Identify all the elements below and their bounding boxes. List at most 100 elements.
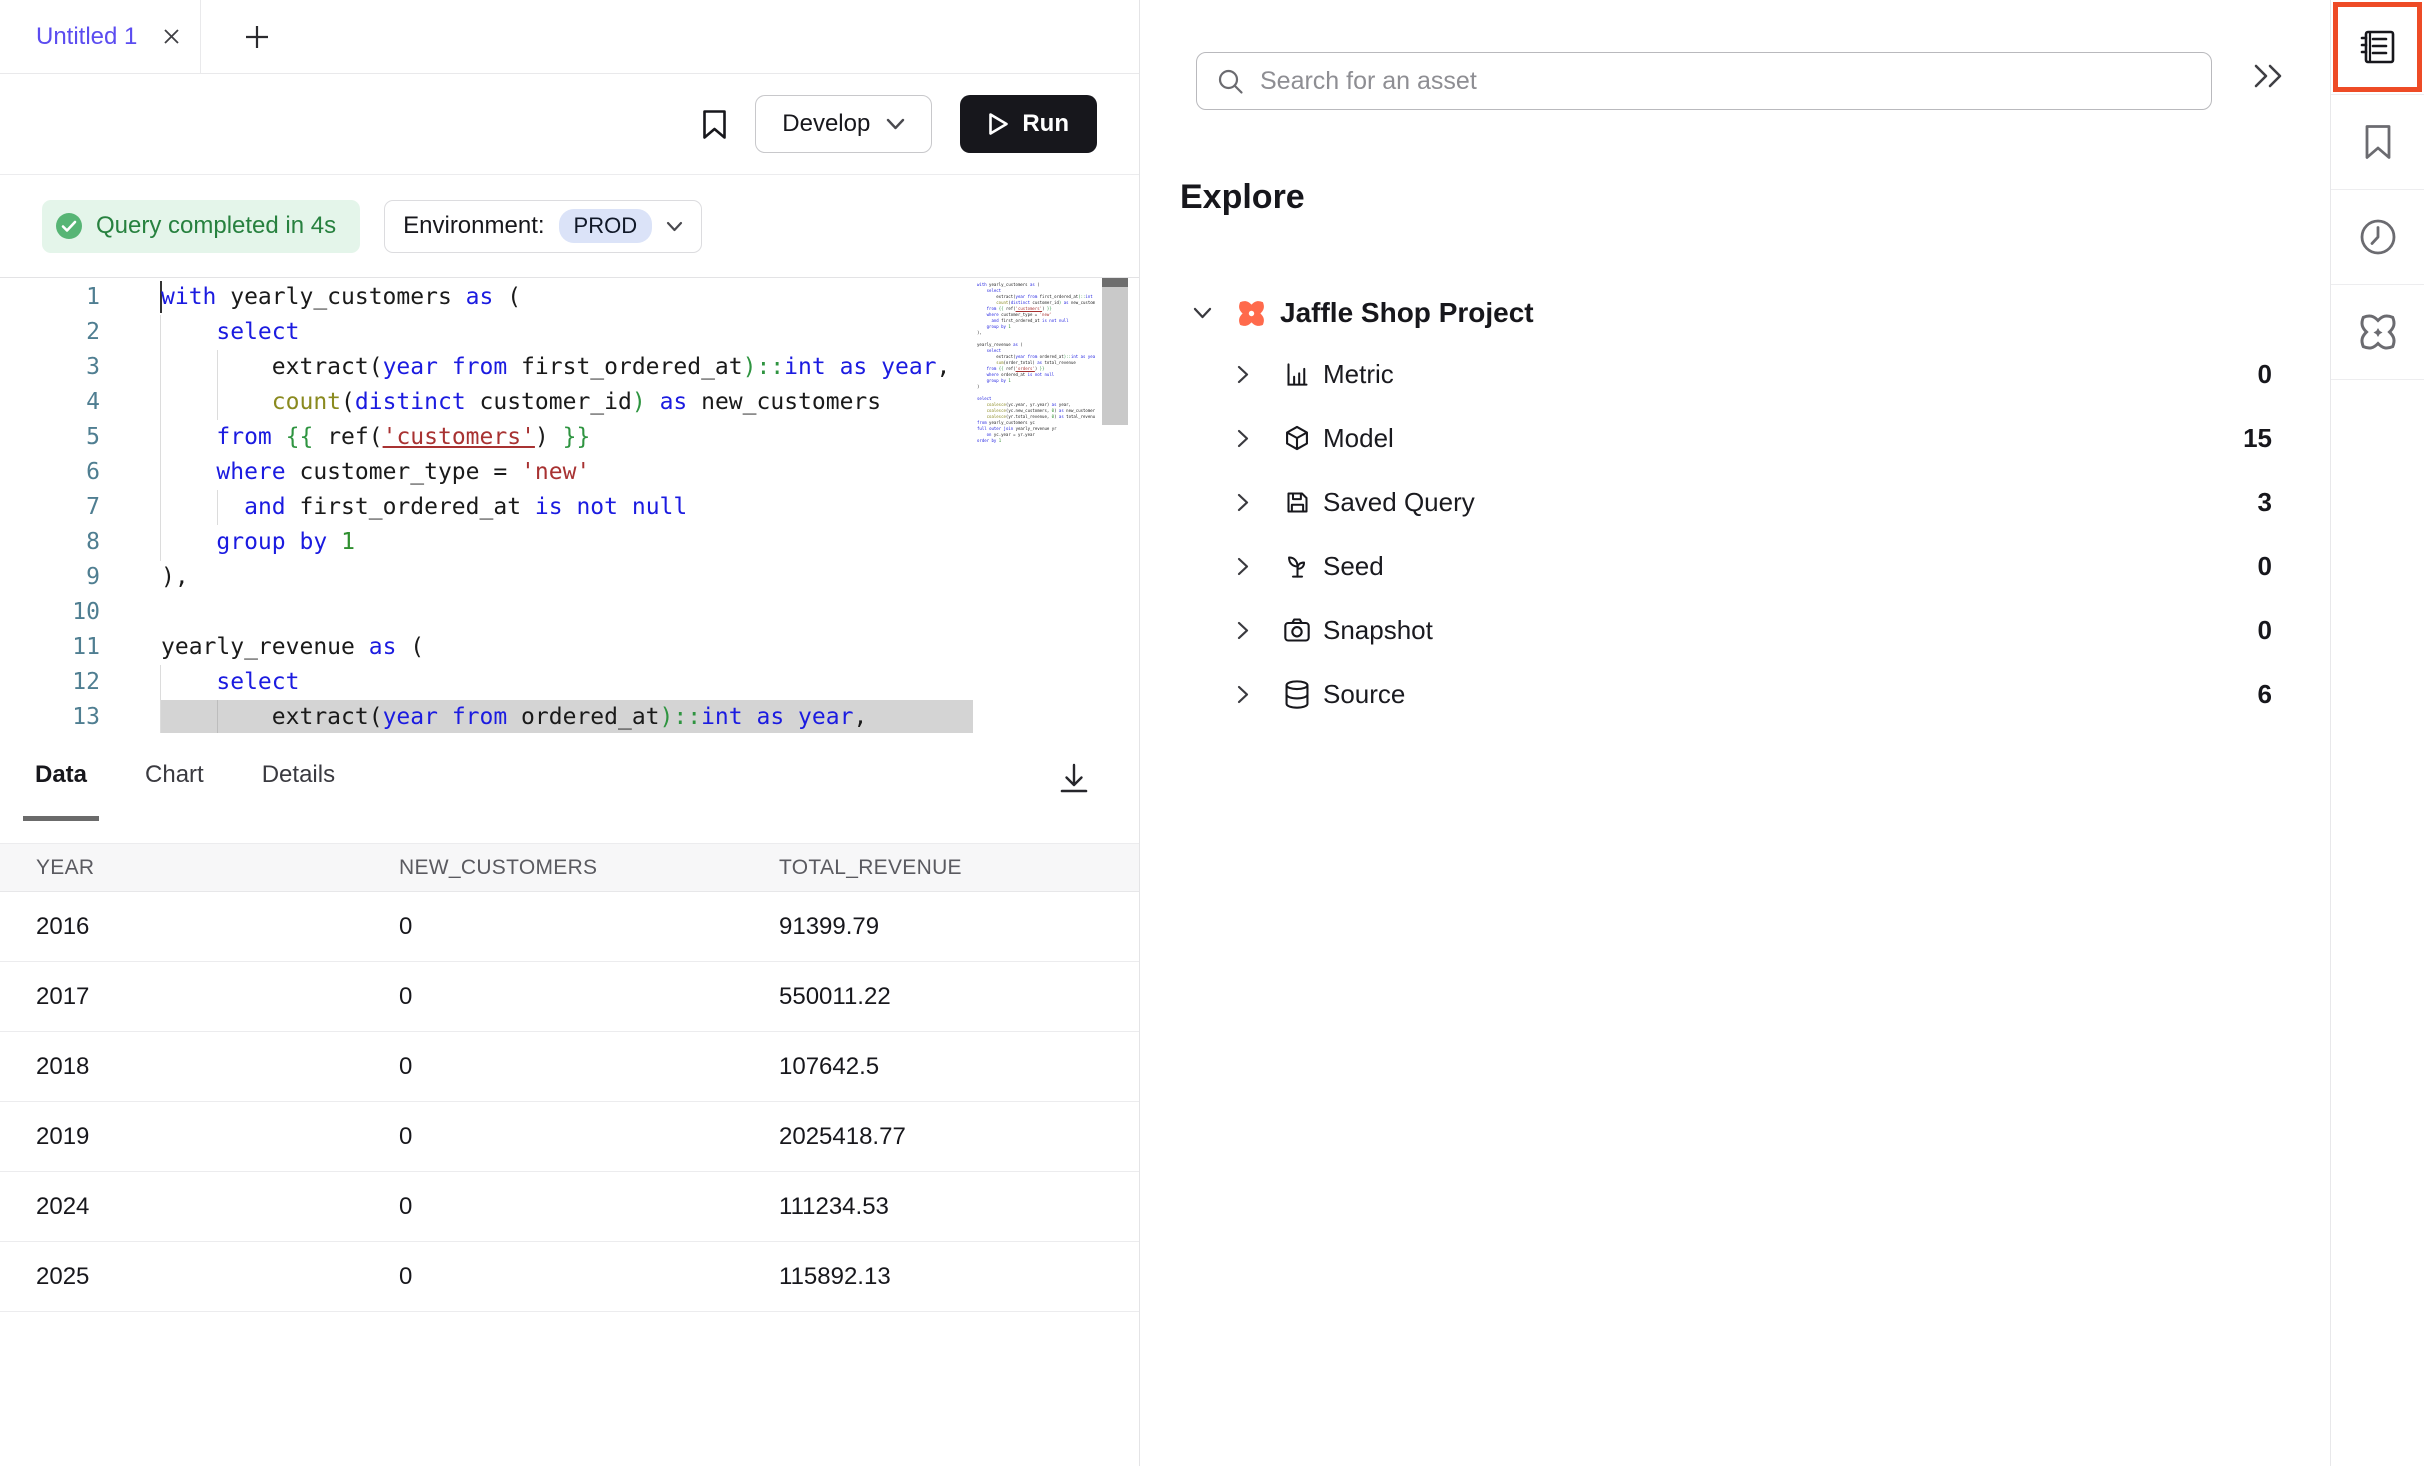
chevron-right-icon[interactable]: [1237, 493, 1253, 512]
column-header: TOTAL_REVENUE: [779, 856, 1139, 880]
table-cell: 2019: [36, 1123, 399, 1151]
tree-item-snapshot[interactable]: Snapshot0: [1141, 598, 2330, 662]
project-name: Jaffle Shop Project: [1280, 297, 1534, 329]
table-cell: 0: [399, 1193, 779, 1221]
results-tab-data[interactable]: Data: [23, 733, 99, 821]
code-line[interactable]: select: [161, 665, 973, 700]
tab-title: Untitled 1: [36, 23, 137, 51]
rail-bookmarks-button[interactable]: [2331, 95, 2424, 190]
environment-select[interactable]: Environment: PROD: [384, 200, 702, 253]
rail-history-button[interactable]: [2331, 190, 2424, 285]
run-label: Run: [1022, 110, 1069, 138]
saved-query-icon: [1283, 489, 1311, 516]
indent-guide: [217, 700, 218, 733]
download-results-icon[interactable]: [1059, 763, 1089, 795]
line-number: 4: [0, 385, 100, 420]
table-row[interactable]: 20240111234.53: [0, 1172, 1139, 1242]
new-tab-button[interactable]: [244, 0, 270, 73]
ide-panel: Untitled 1 Develop Run: [0, 0, 1140, 1466]
environment-value-chip: PROD: [559, 209, 653, 243]
table-cell: 0: [399, 983, 779, 1011]
table-cell: 2025418.77: [779, 1123, 1139, 1151]
code-line[interactable]: count(distinct customer_id) as new_custo…: [161, 385, 973, 420]
tree-item-count: 0: [2258, 551, 2272, 582]
table-row[interactable]: 20170550011.22: [0, 962, 1139, 1032]
results-tabbar: Data Chart Details: [0, 733, 1139, 843]
asset-search-input[interactable]: [1260, 67, 2211, 96]
bookmark-icon: [2364, 124, 2392, 160]
results-tab-details[interactable]: Details: [250, 733, 347, 821]
query-statusbar: Query completed in 4s Environment: PROD: [0, 175, 1139, 277]
table-row[interactable]: 2016091399.79: [0, 892, 1139, 962]
tree-item-count: 0: [2258, 359, 2272, 390]
tree-item-seed[interactable]: Seed 0: [1141, 534, 2330, 598]
project-tree-root[interactable]: Jaffle Shop Project: [1141, 284, 2330, 342]
code-line[interactable]: extract(year from first_ordered_at)::int…: [161, 350, 973, 385]
code-line[interactable]: where customer_type = 'new': [161, 455, 973, 490]
tree-item-source[interactable]: Source6: [1141, 662, 2330, 726]
asset-search-box[interactable]: [1196, 52, 2212, 110]
table-cell: 91399.79: [779, 913, 1139, 941]
code-line[interactable]: with yearly_customers as (: [161, 280, 973, 315]
table-cell: 2024: [36, 1193, 399, 1221]
table-cell: 107642.5: [779, 1053, 1139, 1081]
tree-item-model[interactable]: Model15: [1141, 406, 2330, 470]
chevron-right-icon[interactable]: [1237, 365, 1253, 384]
code-line[interactable]: ),: [161, 560, 973, 595]
chevron-right-icon[interactable]: [1237, 429, 1253, 448]
minimap-line: order by 1: [977, 438, 1095, 444]
close-tab-icon[interactable]: [163, 28, 180, 45]
editor-code[interactable]: with yearly_customers as ( select extrac…: [161, 280, 973, 733]
code-line[interactable]: [161, 595, 973, 630]
tree-item-label: Seed: [1323, 551, 1384, 582]
chevron-right-icon[interactable]: [1237, 621, 1253, 640]
editor-tab-untitled[interactable]: Untitled 1: [0, 0, 201, 73]
environment-label: Environment:: [403, 212, 544, 240]
chevron-right-icon[interactable]: [1237, 557, 1253, 576]
table-row[interactable]: 20250115892.13: [0, 1242, 1139, 1312]
line-number: 2: [0, 315, 100, 350]
chevron-down-icon: [886, 118, 905, 130]
line-number: 5: [0, 420, 100, 455]
editor-minimap[interactable]: with yearly_customers as ( select extrac…: [977, 282, 1095, 444]
code-line[interactable]: and first_ordered_at is not null: [161, 490, 973, 525]
tree-item-label: Saved Query: [1323, 487, 1475, 518]
editor-line-numbers: 12345678910111213: [0, 280, 100, 733]
table-cell: 2025: [36, 1263, 399, 1291]
line-number: 8: [0, 525, 100, 560]
table-row[interactable]: 20180107642.5: [0, 1032, 1139, 1102]
table-cell: 2017: [36, 983, 399, 1011]
run-button[interactable]: Run: [960, 95, 1097, 153]
tree-item-count: 15: [2243, 423, 2272, 454]
table-cell: 111234.53: [779, 1193, 1139, 1221]
chevron-right-icon[interactable]: [1237, 685, 1253, 704]
bookmark-icon[interactable]: [702, 109, 727, 140]
tree-item-saved-query[interactable]: Saved Query3: [1141, 470, 2330, 534]
table-cell: 0: [399, 1263, 779, 1291]
code-line[interactable]: from {{ ref('customers') }}: [161, 420, 973, 455]
code-line[interactable]: group by 1: [161, 525, 973, 560]
results-table-header: YEARNEW_CUSTOMERSTOTAL_REVENUE: [0, 843, 1139, 892]
editor-scrollbar[interactable]: [1102, 278, 1128, 733]
table-cell: 115892.13: [779, 1263, 1139, 1291]
rail-catalog-button[interactable]: [2331, 0, 2424, 95]
code-line[interactable]: select: [161, 315, 973, 350]
code-line[interactable]: extract(year from ordered_at)::int as ye…: [161, 700, 973, 733]
table-cell: 0: [399, 1123, 779, 1151]
results-table: YEARNEW_CUSTOMERSTOTAL_REVENUE 201609139…: [0, 843, 1139, 1312]
line-number: 12: [0, 665, 100, 700]
develop-dropdown[interactable]: Develop: [755, 95, 932, 153]
chevron-down-icon: [666, 221, 683, 232]
table-cell: 0: [399, 913, 779, 941]
column-header: YEAR: [36, 856, 399, 880]
collapse-panel-icon[interactable]: [2252, 62, 2286, 90]
scrollbar-thumb[interactable]: [1102, 278, 1128, 425]
tree-item-metric[interactable]: Metric0: [1141, 342, 2330, 406]
rail-dbt-assistant-button[interactable]: [2331, 285, 2424, 380]
sql-editor[interactable]: 12345678910111213 with yearly_customers …: [0, 277, 1139, 733]
results-tab-chart[interactable]: Chart: [133, 733, 216, 821]
check-circle-icon: [55, 212, 83, 240]
table-row[interactable]: 201902025418.77: [0, 1102, 1139, 1172]
table-cell: 550011.22: [779, 983, 1139, 1011]
code-line[interactable]: yearly_revenue as (: [161, 630, 973, 665]
